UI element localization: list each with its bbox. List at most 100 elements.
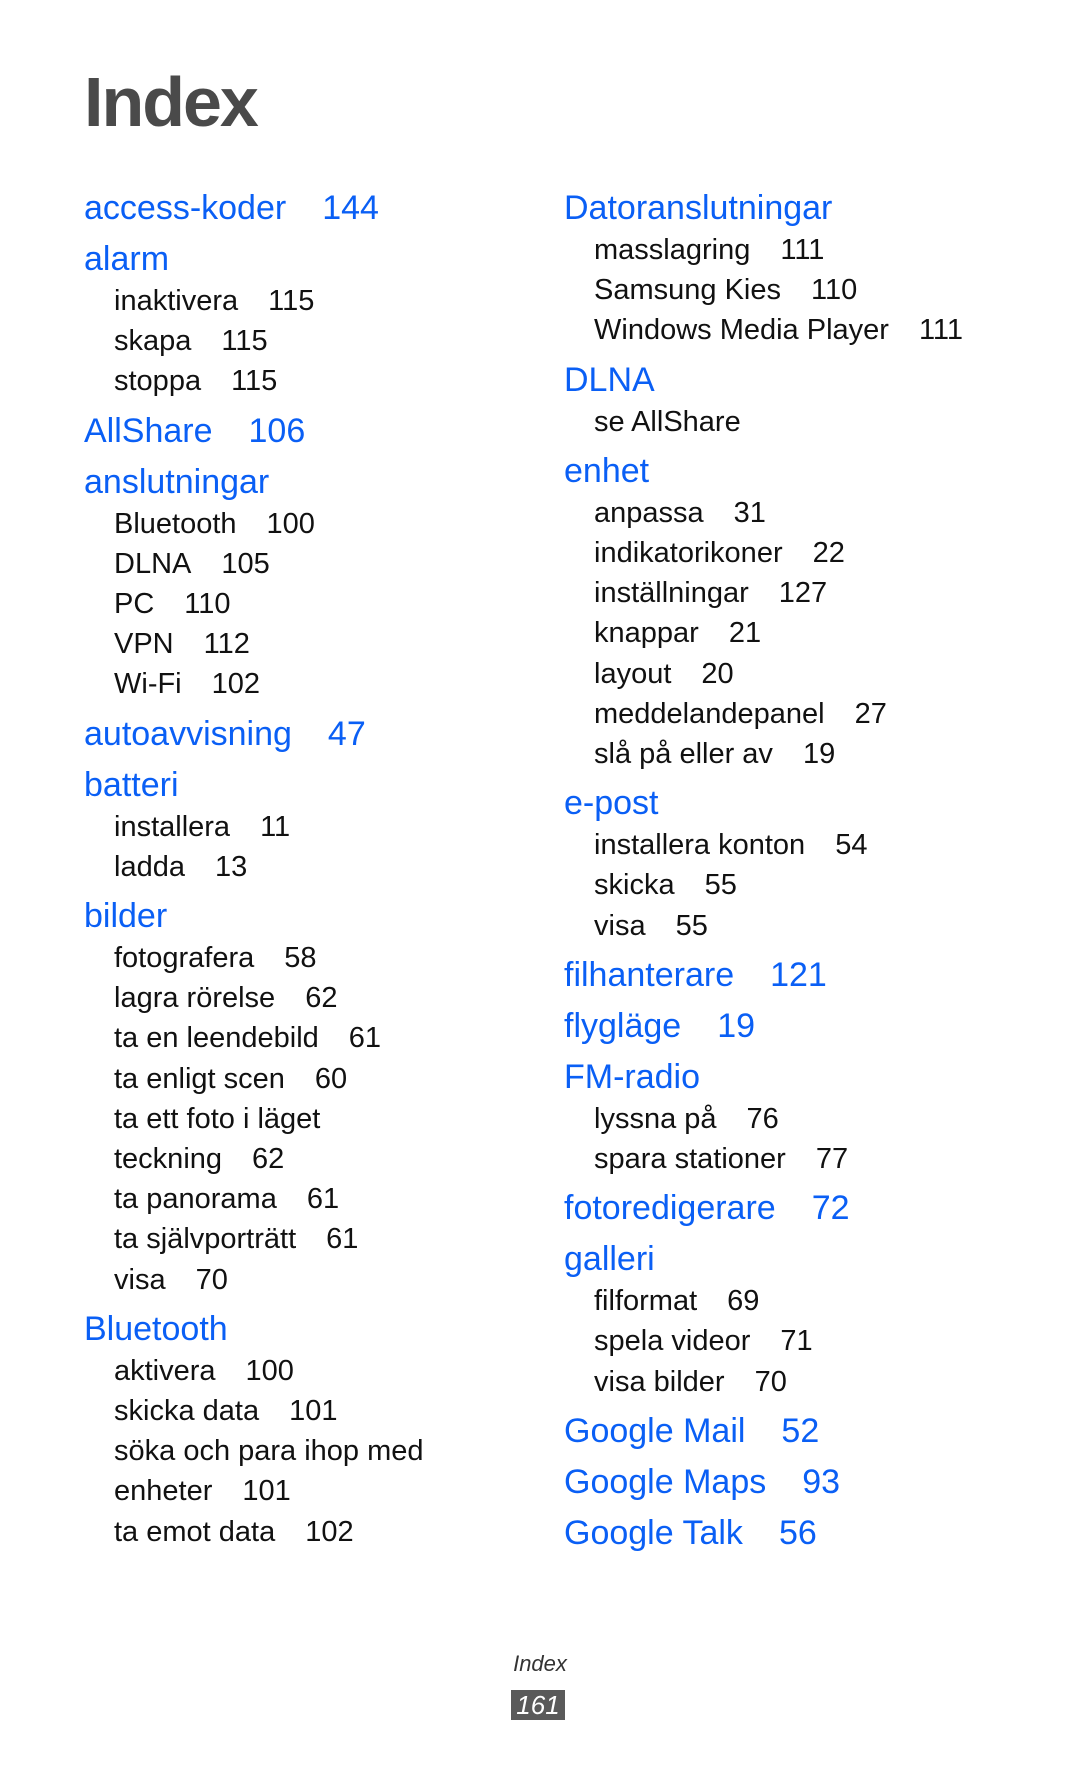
index-heading[interactable]: filhanterare 121 [564, 953, 1064, 997]
index-subentry[interactable]: se AllShare [564, 402, 1064, 442]
subentry-page-ref[interactable]: 22 [813, 537, 845, 569]
index-subentry[interactable]: visa 70 [84, 1260, 524, 1300]
index-subentry[interactable]: Windows Media Player 111 [564, 310, 1064, 350]
subentry-page-ref[interactable]: 27 [855, 698, 887, 730]
index-subentry[interactable]: filformat 69 [564, 1281, 1064, 1321]
index-page-ref[interactable]: 52 [781, 1412, 819, 1450]
index-page-ref[interactable]: 72 [812, 1189, 850, 1227]
subentry-page-ref[interactable]: 21 [729, 617, 761, 649]
index-heading[interactable]: FM-radio [564, 1055, 1064, 1099]
subentry-page-ref[interactable]: 54 [835, 829, 867, 861]
subentry-page-ref[interactable]: 69 [727, 1285, 759, 1317]
subentry-page-ref[interactable]: 31 [734, 497, 766, 529]
index-subentry[interactable]: layout 20 [564, 654, 1064, 694]
index-subentry[interactable]: VPN 112 [84, 624, 524, 664]
index-subentry[interactable]: inställningar 127 [564, 573, 1064, 613]
index-subentry[interactable]: anpassa 31 [564, 493, 1064, 533]
index-subentry[interactable]: skicka data 101 [84, 1391, 524, 1431]
index-subentry[interactable]: ta ett foto i läget teckning 62 [84, 1099, 524, 1179]
index-subentry[interactable]: indikatorikoner 22 [564, 533, 1064, 573]
index-heading[interactable]: autoavvisning 47 [84, 712, 524, 756]
subentry-page-ref[interactable]: 76 [747, 1103, 779, 1135]
index-subentry[interactable]: PC 110 [84, 584, 524, 624]
index-subentry[interactable]: lyssna på 76 [564, 1099, 1064, 1139]
subentry-page-ref[interactable]: 61 [307, 1183, 339, 1215]
index-subentry[interactable]: lagra rörelse 62 [84, 978, 524, 1018]
index-subentry[interactable]: ta en leendebild 61 [84, 1018, 524, 1058]
index-heading[interactable]: Datoranslutningar [564, 186, 1064, 230]
subentry-page-ref[interactable]: 20 [701, 658, 733, 690]
index-subentry[interactable]: visa bilder 70 [564, 1362, 1064, 1402]
subentry-page-ref[interactable]: 102 [305, 1516, 353, 1548]
index-subentry[interactable]: knappar 21 [564, 613, 1064, 653]
index-subentry[interactable]: meddelandepanel 27 [564, 694, 1064, 734]
index-subentry[interactable]: inaktivera 115 [84, 281, 524, 321]
index-subentry[interactable]: installera 11 [84, 807, 524, 847]
subentry-page-ref[interactable]: 62 [252, 1143, 284, 1175]
subentry-page-ref[interactable]: 115 [268, 285, 314, 317]
index-page-ref[interactable]: 19 [717, 1007, 755, 1045]
index-subentry[interactable]: ladda 13 [84, 847, 524, 887]
index-subentry[interactable]: ta emot data 102 [84, 1512, 524, 1552]
subentry-page-ref[interactable]: 58 [284, 942, 316, 974]
subentry-page-ref[interactable]: 100 [246, 1355, 294, 1387]
subentry-page-ref[interactable]: 112 [204, 628, 250, 660]
subentry-page-ref[interactable]: 70 [755, 1366, 787, 1398]
index-page-ref[interactable]: 144 [322, 189, 379, 227]
subentry-page-ref[interactable]: 115 [231, 365, 277, 397]
subentry-page-ref[interactable]: 111 [780, 234, 824, 266]
subentry-page-ref[interactable]: 101 [289, 1395, 337, 1427]
index-page-ref[interactable]: 93 [802, 1463, 840, 1501]
index-subentry[interactable]: ta självporträtt 61 [84, 1219, 524, 1259]
index-subentry[interactable]: masslagring 111 [564, 230, 1064, 270]
index-heading[interactable]: AllShare 106 [84, 409, 524, 453]
index-page-ref[interactable]: 56 [779, 1514, 817, 1552]
subentry-page-ref[interactable]: 70 [196, 1264, 228, 1296]
subentry-page-ref[interactable]: 110 [811, 274, 857, 306]
subentry-page-ref[interactable]: 11 [260, 811, 290, 843]
index-subentry[interactable]: skicka 55 [564, 865, 1064, 905]
index-heading[interactable]: galleri [564, 1237, 1064, 1281]
index-subentry[interactable]: skapa 115 [84, 321, 524, 361]
index-subentry[interactable]: installera konton 54 [564, 825, 1064, 865]
index-subentry[interactable]: slå på eller av 19 [564, 734, 1064, 774]
index-page-ref[interactable]: 106 [249, 412, 306, 450]
subentry-page-ref[interactable]: 101 [242, 1475, 290, 1507]
index-heading[interactable]: flygläge 19 [564, 1004, 1064, 1048]
index-heading[interactable]: Google Mail 52 [564, 1409, 1064, 1453]
subentry-page-ref[interactable]: 100 [267, 508, 315, 540]
subentry-page-ref[interactable]: 55 [676, 910, 708, 942]
index-heading[interactable]: e-post [564, 781, 1064, 825]
subentry-page-ref[interactable]: 127 [779, 577, 827, 609]
index-subentry[interactable]: söka och para ihop med enheter 101 [84, 1431, 524, 1511]
index-subentry[interactable]: ta panorama 61 [84, 1179, 524, 1219]
subentry-page-ref[interactable]: 61 [326, 1223, 358, 1255]
index-page-ref[interactable]: 47 [328, 715, 366, 753]
subentry-page-ref[interactable]: 110 [184, 588, 230, 620]
subentry-page-ref[interactable]: 102 [212, 668, 260, 700]
index-subentry[interactable]: aktivera 100 [84, 1351, 524, 1391]
subentry-page-ref[interactable]: 61 [349, 1022, 381, 1054]
index-subentry[interactable]: Samsung Kies 110 [564, 270, 1064, 310]
index-heading[interactable]: batteri [84, 763, 524, 807]
index-subentry[interactable]: Bluetooth 100 [84, 504, 524, 544]
subentry-page-ref[interactable]: 105 [221, 548, 269, 580]
subentry-page-ref[interactable]: 111 [919, 314, 963, 346]
index-subentry[interactable]: ta enligt scen 60 [84, 1059, 524, 1099]
index-subentry[interactable]: visa 55 [564, 906, 1064, 946]
subentry-page-ref[interactable]: 60 [315, 1063, 347, 1095]
index-heading[interactable]: Google Talk 56 [564, 1511, 1064, 1555]
subentry-page-ref[interactable]: 77 [816, 1143, 848, 1175]
index-heading[interactable]: fotoredigerare 72 [564, 1186, 1064, 1230]
index-subentry[interactable]: spara stationer 77 [564, 1139, 1064, 1179]
index-heading[interactable]: alarm [84, 237, 524, 281]
index-subentry[interactable]: fotografera 58 [84, 938, 524, 978]
index-heading[interactable]: DLNA [564, 358, 1064, 402]
subentry-page-ref[interactable]: 115 [221, 325, 267, 357]
subentry-page-ref[interactable]: 55 [705, 869, 737, 901]
index-subentry[interactable]: DLNA 105 [84, 544, 524, 584]
index-heading[interactable]: anslutningar [84, 460, 524, 504]
index-subentry[interactable]: stoppa 115 [84, 361, 524, 401]
subentry-page-ref[interactable]: 13 [215, 851, 247, 883]
index-subentry[interactable]: spela videor 71 [564, 1321, 1064, 1361]
